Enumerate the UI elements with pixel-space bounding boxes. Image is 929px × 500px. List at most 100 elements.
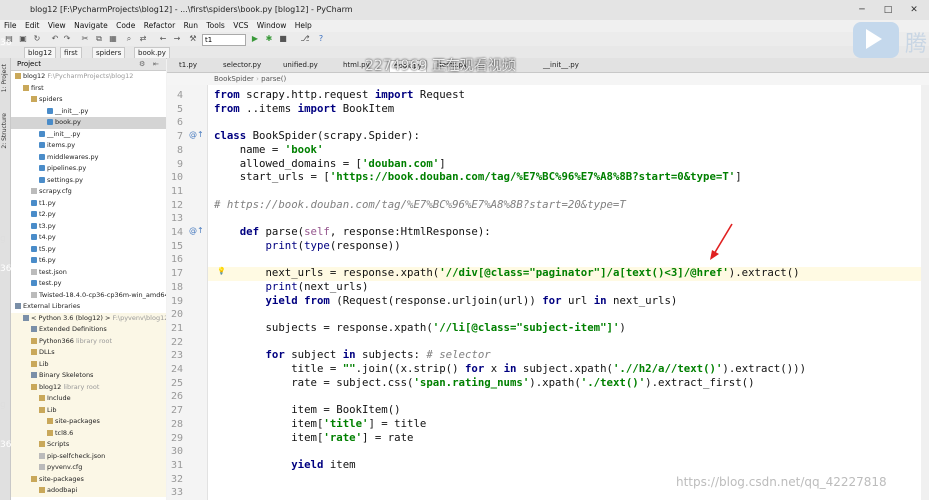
back-icon[interactable]: ← bbox=[158, 34, 168, 44]
editor-tab[interactable]: __init__.py bbox=[539, 60, 583, 71]
debug-icon[interactable]: ✱ bbox=[264, 34, 274, 44]
code-line[interactable]: subjects = response.xpath('//li[@class="… bbox=[214, 321, 625, 335]
tree-item[interactable]: items.py bbox=[11, 140, 166, 152]
override-marker-icon[interactable]: @↑ bbox=[189, 226, 204, 235]
code-line[interactable]: def parse(self, response:HtmlResponse): bbox=[214, 225, 491, 239]
maximize-icon[interactable]: □ bbox=[874, 0, 902, 20]
run-config-select[interactable]: t1 bbox=[202, 34, 246, 46]
tree-item[interactable]: Python366 library root bbox=[11, 335, 166, 347]
override-marker-icon[interactable]: @↑ bbox=[189, 130, 204, 139]
intention-bulb-icon[interactable]: 💡 bbox=[217, 267, 226, 275]
tree-item[interactable]: t2.py bbox=[11, 209, 166, 221]
menu-tools[interactable]: Tools bbox=[206, 21, 224, 30]
menu-file[interactable]: File bbox=[4, 21, 17, 30]
tree-item[interactable]: spiders bbox=[11, 94, 166, 106]
vcs-icon[interactable]: ⎇ bbox=[300, 34, 310, 44]
crumb-class[interactable]: BookSpider bbox=[214, 75, 254, 83]
copy-icon[interactable]: ⧉ bbox=[94, 34, 104, 44]
menu-edit[interactable]: Edit bbox=[25, 21, 40, 30]
code-line[interactable]: item = BookItem() bbox=[214, 403, 400, 417]
code-line[interactable]: yield item bbox=[214, 458, 355, 472]
tree-item[interactable]: < Python 3.6 (blog12) > F:\pyvenv\blog12… bbox=[11, 312, 166, 324]
menu-navigate[interactable]: Navigate bbox=[74, 21, 108, 30]
tree-item[interactable]: Include bbox=[11, 393, 166, 405]
code-line[interactable]: # https://book.douban.com/tag/%E7%BC%96%… bbox=[214, 198, 626, 212]
find-icon[interactable]: ⌕ bbox=[124, 34, 134, 44]
tree-item[interactable]: pip-selfcheck.json bbox=[11, 450, 166, 462]
code-line[interactable]: print(next_urls) bbox=[214, 280, 368, 294]
run-icon[interactable]: ▶ bbox=[250, 34, 260, 44]
tree-item[interactable]: pipelines.py bbox=[11, 163, 166, 175]
menu-run[interactable]: Run bbox=[184, 21, 198, 30]
tree-item[interactable]: Extended Definitions bbox=[11, 324, 166, 336]
tree-item[interactable]: Lib bbox=[11, 358, 166, 370]
build-icon[interactable]: ⚒ bbox=[188, 34, 198, 44]
tree-item[interactable]: DLLs bbox=[11, 347, 166, 359]
tree-item[interactable]: test.json bbox=[11, 267, 166, 279]
undo-icon[interactable]: ↶ bbox=[50, 34, 60, 44]
tree-item[interactable]: Binary Skeletons bbox=[11, 370, 166, 382]
code-line[interactable]: for subject in subjects: # selector bbox=[214, 348, 490, 362]
tree-item[interactable]: pyvenv.cfg bbox=[11, 462, 166, 474]
code-line[interactable]: next_urls = response.xpath('//div[@class… bbox=[214, 266, 799, 280]
code-line[interactable]: rate = subject.css('span.rating_nums').x… bbox=[214, 376, 754, 390]
project-view-select[interactable]: Project bbox=[17, 60, 41, 68]
settings-icon[interactable]: ⚙ bbox=[139, 58, 145, 70]
menu-window[interactable]: Window bbox=[257, 21, 287, 30]
tree-item[interactable]: t5.py bbox=[11, 244, 166, 256]
sync-icon[interactable]: ↻ bbox=[32, 34, 42, 44]
editor-tab[interactable]: selector.py bbox=[219, 60, 265, 71]
code-line[interactable]: from scrapy.http.request import Request bbox=[214, 88, 465, 102]
tree-item[interactable]: __init__.py bbox=[11, 106, 166, 118]
tree-item[interactable]: settings.py bbox=[11, 175, 166, 187]
help-icon[interactable]: ? bbox=[316, 34, 326, 44]
tree-item[interactable]: blog12 library root bbox=[11, 381, 166, 393]
code-line[interactable]: item['title'] = title bbox=[214, 417, 426, 431]
hide-panel-icon[interactable]: ⇤ bbox=[153, 58, 159, 70]
save-icon[interactable]: ▣ bbox=[18, 34, 28, 44]
menu-refactor[interactable]: Refactor bbox=[144, 21, 175, 30]
code-line[interactable]: allowed_domains = ['douban.com'] bbox=[214, 157, 446, 171]
tree-item[interactable]: tcl8.6 bbox=[11, 427, 166, 439]
menu-vcs[interactable]: VCS bbox=[233, 21, 248, 30]
code-line[interactable]: name = 'book' bbox=[214, 143, 324, 157]
tree-item[interactable]: site-packages bbox=[11, 473, 166, 485]
tree-item[interactable]: adodbapi bbox=[11, 485, 166, 497]
minimize-icon[interactable]: ─ bbox=[848, 0, 876, 20]
code-line[interactable]: yield from (Request(response.urljoin(url… bbox=[214, 294, 677, 308]
code-line[interactable]: item['rate'] = rate bbox=[214, 431, 413, 445]
forward-icon[interactable]: → bbox=[172, 34, 182, 44]
code-line[interactable]: title = "".join((x.strip() for x in subj… bbox=[214, 362, 806, 376]
code-editor[interactable]: 4 5 6 7 8 9 10 11 12 13 14 15 16 17 18 19 20 21 22 23 24 25 26… bbox=[167, 85, 929, 500]
editor-tab[interactable]: unified.py bbox=[279, 60, 322, 71]
crumb-method[interactable]: parse() bbox=[261, 75, 286, 83]
tree-item[interactable]: t1.py bbox=[11, 198, 166, 210]
tree-item[interactable]: Scripts bbox=[11, 439, 166, 451]
tree-item[interactable]: blog12 F:\PycharmProjects\blog12 bbox=[11, 71, 166, 83]
tree-item[interactable]: book.py bbox=[11, 117, 166, 129]
tree-item[interactable]: t6.py bbox=[11, 255, 166, 267]
tree-item[interactable]: Twisted-18.4.0-cp36-cp36m-win_amd64.wh bbox=[11, 290, 166, 302]
close-icon[interactable]: ✕ bbox=[900, 0, 928, 20]
tree-item[interactable]: middlewares.py bbox=[11, 152, 166, 164]
replace-icon[interactable]: ⇄ bbox=[138, 34, 148, 44]
code-line[interactable]: print(type(response)) bbox=[214, 239, 400, 253]
project-tool-tab[interactable]: 1: Project bbox=[1, 64, 9, 92]
menu-help[interactable]: Help bbox=[295, 21, 312, 30]
code-line[interactable]: start_urls = ['https://book.douban.com/t… bbox=[214, 170, 742, 184]
tree-item[interactable]: Lib bbox=[11, 404, 166, 416]
tree-item[interactable]: __init__.py bbox=[11, 129, 166, 141]
tree-item[interactable]: site-packages bbox=[11, 416, 166, 428]
tree-item[interactable]: test.py bbox=[11, 278, 166, 290]
stop-icon[interactable]: ■ bbox=[278, 34, 288, 44]
structure-tool-tab[interactable]: 2: Structure bbox=[1, 113, 9, 149]
menu-code[interactable]: Code bbox=[116, 21, 135, 30]
tree-item[interactable]: t3.py bbox=[11, 221, 166, 233]
paste-icon[interactable]: ▦ bbox=[108, 34, 118, 44]
code-line[interactable]: class BookSpider(scrapy.Spider): bbox=[214, 129, 420, 143]
cut-icon[interactable]: ✂ bbox=[80, 34, 90, 44]
redo-icon[interactable]: ↷ bbox=[62, 34, 72, 44]
code-line[interactable]: from ..items import BookItem bbox=[214, 102, 394, 116]
tree-item[interactable]: scrapy.cfg bbox=[11, 186, 166, 198]
tree-item[interactable]: first bbox=[11, 83, 166, 95]
